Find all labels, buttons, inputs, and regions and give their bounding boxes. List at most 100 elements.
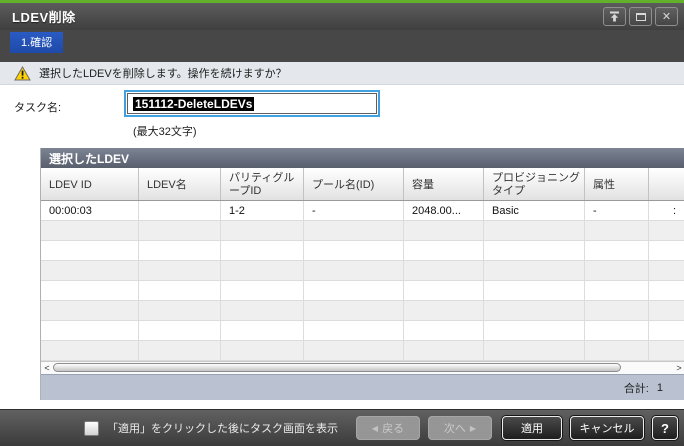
horizontal-scrollbar[interactable]: < > [41, 361, 684, 374]
table-title: 選択したLDEV [41, 148, 684, 168]
cell-ldev-name [139, 201, 221, 220]
table-cell-empty [221, 341, 304, 360]
table-cell-empty [484, 221, 585, 240]
table-empty-rows [41, 221, 684, 361]
table-cell-empty [221, 281, 304, 300]
table-row-empty [41, 321, 684, 341]
column-header-pool-name[interactable]: プール名(ID) [304, 168, 404, 200]
cancel-button-label: キャンセル [579, 423, 635, 435]
table-cell-empty [649, 241, 684, 260]
column-header-ldev-id[interactable]: LDEV ID [41, 168, 139, 200]
task-name-hint: (最大32文字) [133, 126, 197, 138]
cell-parity-group-id: 1-2 [221, 201, 304, 220]
table-cell-empty [139, 261, 221, 280]
dialog-content: タスク名: 151112-DeleteLDEVs (最大32文字) 選択したLD… [0, 85, 684, 409]
rollup-button[interactable] [603, 7, 626, 26]
next-button-label: 次へ [443, 423, 466, 435]
table-cell-empty [585, 281, 649, 300]
show-task-screen-label: 「適用」をクリックした後にタスク画面を表示 [107, 423, 338, 435]
task-name-label: タスク名: [14, 102, 62, 114]
table-cell-empty [139, 221, 221, 240]
table-cell-empty [304, 261, 404, 280]
column-header-capacity[interactable]: 容量 [404, 168, 484, 200]
table-cell-empty [649, 261, 684, 280]
table-cell-empty [139, 241, 221, 260]
table-row-empty [41, 261, 684, 281]
warning-message: 選択したLDEVを削除します。操作を続けますか？ [39, 68, 287, 80]
table-cell-empty [649, 341, 684, 360]
table-cell-empty [404, 281, 484, 300]
table-cell-empty [221, 221, 304, 240]
table-cell-empty [304, 321, 404, 340]
arrow-to-top-icon [610, 11, 619, 22]
table-cell-empty [585, 241, 649, 260]
cancel-button[interactable]: キャンセル [570, 416, 644, 440]
cell-provisioning-type: Basic [484, 201, 585, 220]
table-cell-empty [221, 261, 304, 280]
table-cell-empty [41, 281, 139, 300]
apply-button[interactable]: 適用 [502, 416, 562, 440]
table-cell-empty [585, 321, 649, 340]
back-arrow-icon: ◀ [371, 423, 379, 433]
maximize-icon [635, 12, 646, 21]
table-cell-empty [41, 341, 139, 360]
table-cell-empty [304, 241, 404, 260]
next-arrow-icon: ▶ [469, 423, 477, 433]
total-label: 合計: [623, 382, 649, 395]
wizard-step-strip: 1.確認 [0, 30, 684, 62]
table-cell-empty [304, 221, 404, 240]
table-cell-empty [221, 241, 304, 260]
scroll-left-icon[interactable]: < [42, 362, 52, 374]
table-cell-empty [304, 341, 404, 360]
table-cell-empty [649, 321, 684, 340]
table-cell-empty [585, 341, 649, 360]
table-cell-empty [585, 221, 649, 240]
table-row[interactable]: 00:00:03 1-2 - 2048.00... Basic - : [41, 201, 684, 221]
table-cell-empty [404, 301, 484, 320]
table-row-empty [41, 221, 684, 241]
task-name-input[interactable]: 151112-DeleteLDEVs [127, 93, 377, 114]
table-cell-empty [585, 301, 649, 320]
close-button[interactable]: ✕ [655, 7, 678, 26]
total-value: 1 [656, 381, 663, 394]
cell-clipped: : [649, 201, 684, 220]
table-cell-empty [404, 241, 484, 260]
table-cell-empty [304, 281, 404, 300]
show-task-screen-checkbox[interactable] [84, 420, 99, 436]
back-button-label: 戻る [382, 423, 405, 435]
total-bar: 合計: 1 [41, 374, 684, 400]
scrollbar-thumb[interactable] [53, 363, 621, 372]
maximize-button[interactable] [629, 7, 652, 26]
column-header-provisioning-type[interactable]: プロビジョニングタイプ [484, 168, 585, 200]
column-header-parity-group-id[interactable]: パリティグループID [221, 168, 304, 200]
table-cell-empty [41, 261, 139, 280]
table-cell-empty [404, 221, 484, 240]
cell-capacity: 2048.00... [404, 201, 484, 220]
table-cell-empty [304, 301, 404, 320]
apply-button-label: 適用 [521, 423, 543, 435]
selected-ldev-table: 選択したLDEV LDEV ID LDEV名 パリティグループID プール名(I… [40, 148, 684, 400]
cell-pool-name: - [304, 201, 404, 220]
table-header-row: LDEV ID LDEV名 パリティグループID プール名(ID) 容量 プロビ… [41, 168, 684, 201]
column-header-attribute[interactable]: 属性 [585, 168, 649, 200]
column-header-ldev-name[interactable]: LDEV名 [139, 168, 221, 200]
column-header-clipped[interactable] [649, 168, 684, 200]
table-cell-empty [649, 221, 684, 240]
footer-action-bar: 「適用」をクリックした後にタスク画面を表示 ◀ 戻る 次へ ▶ 適用 キャンセル… [0, 409, 684, 446]
table-cell-empty [139, 281, 221, 300]
table-cell-empty [139, 341, 221, 360]
dialog-title: LDEV削除 [12, 10, 76, 25]
step-tab-confirm: 1.確認 [10, 32, 64, 53]
title-bar: LDEV削除 ✕ [0, 3, 684, 30]
table-cell-empty [484, 241, 585, 260]
table-cell-empty [484, 281, 585, 300]
window-controls: ✕ [603, 7, 678, 26]
table-cell-empty [41, 241, 139, 260]
help-button[interactable]: ? [652, 416, 678, 440]
table-cell-empty [404, 261, 484, 280]
table-cell-empty [484, 301, 585, 320]
task-name-selected-text: 151112-DeleteLDEVs [133, 96, 255, 111]
scroll-right-icon[interactable]: > [674, 362, 684, 374]
table-cell-empty [404, 341, 484, 360]
cell-ldev-id: 00:00:03 [41, 201, 139, 220]
